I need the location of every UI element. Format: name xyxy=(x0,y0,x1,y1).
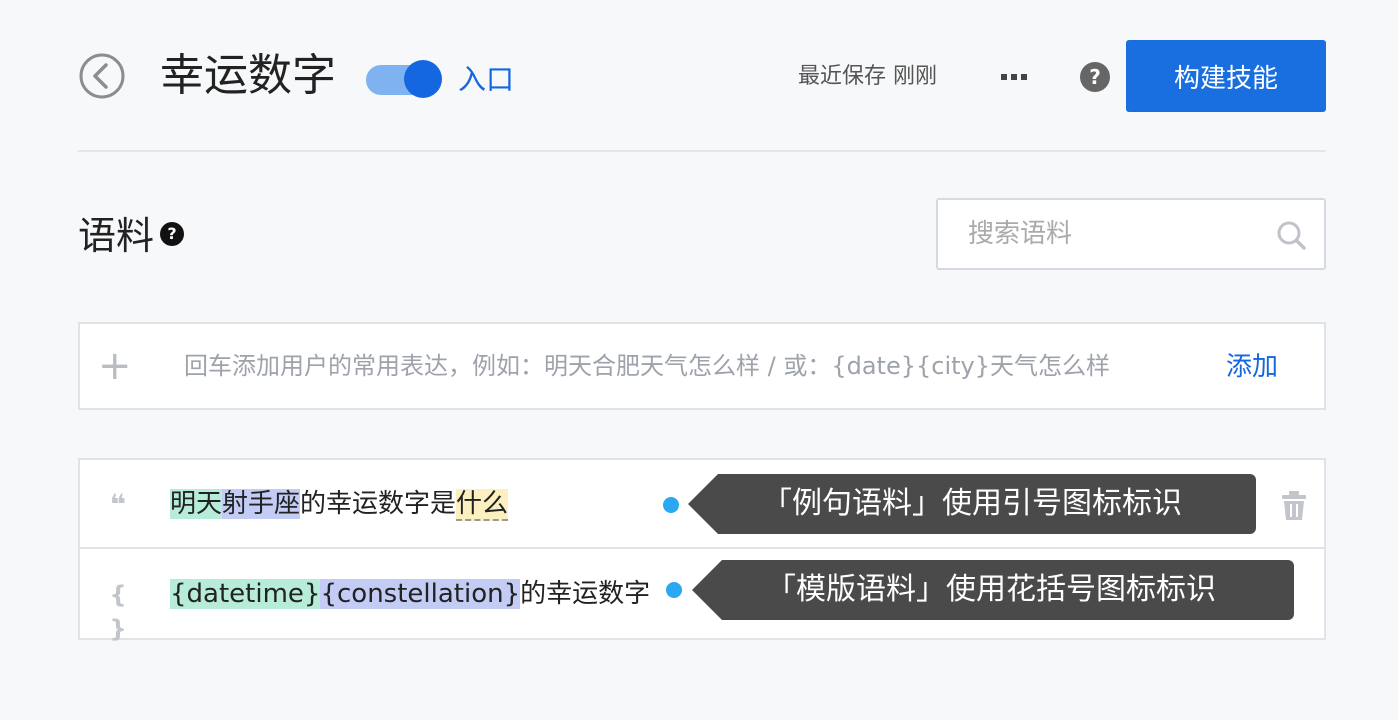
toggle-knob xyxy=(404,60,442,98)
annotation-dot xyxy=(666,582,682,598)
tooltip-template-corpus: 「模版语料」使用花括号图标标识 xyxy=(692,560,1294,620)
back-button[interactable] xyxy=(78,52,126,100)
back-arrow-icon xyxy=(79,53,125,99)
section-title: 语料 xyxy=(78,214,155,258)
corpus-text[interactable]: {datetime}{constellation}的幸运数字 xyxy=(170,574,650,614)
help-icon[interactable]: ? xyxy=(1080,62,1110,92)
braces-icon: { } xyxy=(109,581,127,643)
plain-text: 的幸运数字 xyxy=(520,579,651,609)
more-options-button[interactable] xyxy=(998,60,1030,94)
tooltip-example-corpus: 「例句语料」使用引号图标标识 xyxy=(688,474,1256,534)
slot-datetime[interactable]: 明天 xyxy=(170,489,223,519)
slot-constellation[interactable]: 射手座 xyxy=(222,489,301,519)
quote-icon: ❝ xyxy=(109,488,127,521)
more-dot-icon xyxy=(1021,74,1027,80)
plus-icon: + xyxy=(98,343,132,389)
more-dot-icon xyxy=(1011,74,1017,80)
add-corpus-button[interactable]: 添加 xyxy=(1226,348,1278,386)
more-dot-icon xyxy=(1001,74,1007,80)
header-divider xyxy=(78,150,1326,152)
slot-keyword[interactable]: 什么 xyxy=(456,489,509,521)
slot-constellation[interactable]: {constellation} xyxy=(320,579,521,609)
section-help-icon[interactable]: ? xyxy=(160,222,184,246)
entry-toggle[interactable] xyxy=(366,60,442,98)
entry-label[interactable]: 入口 xyxy=(458,62,514,98)
page-title: 幸运数字 xyxy=(160,50,336,101)
annotation-dot xyxy=(663,497,679,513)
add-corpus-input[interactable]: 回车添加用户的常用表达，例如：明天合肥天气怎么样 / 或：{date}{city… xyxy=(184,348,1110,384)
saved-status: 最近保存 刚刚 xyxy=(798,64,937,89)
slot-datetime[interactable]: {datetime} xyxy=(170,579,321,609)
corpus-text[interactable]: 明天射手座的幸运数字是什么 xyxy=(170,484,509,524)
page-header: 幸运数字 入口 最近保存 刚刚 ? 构建技能 xyxy=(78,38,1326,114)
search-box xyxy=(936,198,1326,270)
trash-icon[interactable] xyxy=(1280,490,1308,522)
build-skill-button[interactable]: 构建技能 xyxy=(1126,40,1326,112)
plain-text: 的幸运数字是 xyxy=(300,489,457,519)
search-input[interactable] xyxy=(968,214,1268,254)
add-corpus-box[interactable]: + 回车添加用户的常用表达，例如：明天合肥天气怎么样 / 或：{date}{ci… xyxy=(78,322,1326,410)
search-icon[interactable] xyxy=(1276,220,1306,250)
